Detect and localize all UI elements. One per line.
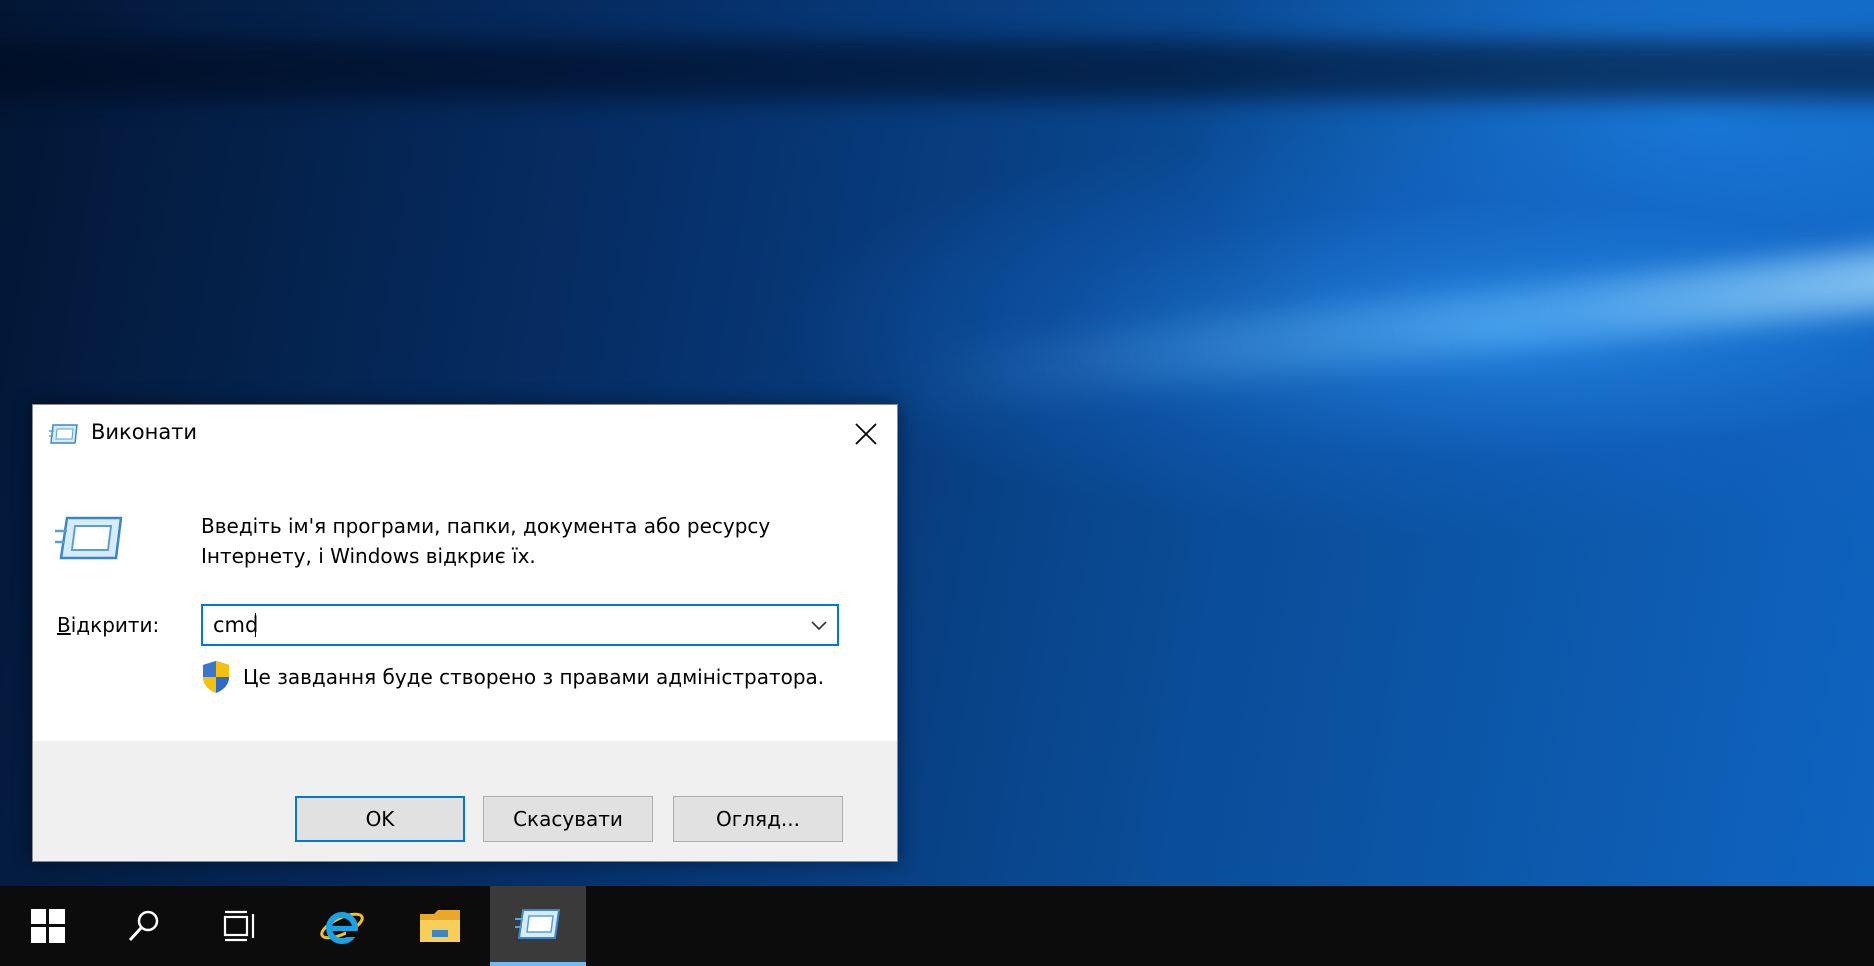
dialog-body: Введіть ім'я програми, папки, документа … (33, 463, 897, 741)
search-icon (128, 910, 159, 942)
search-button[interactable] (96, 886, 192, 966)
dropdown-button[interactable] (807, 614, 831, 638)
internet-explorer-icon (320, 912, 364, 944)
wallpaper-light-beam (899, 237, 1874, 413)
open-label: Відкрити: (57, 613, 159, 637)
admin-notice: Це завдання буде створено з правами адмі… (201, 659, 824, 695)
task-view-button[interactable] (192, 886, 288, 966)
dialog-description: Введіть ім'я програми, папки, документа … (201, 514, 771, 568)
close-button[interactable] (843, 413, 889, 455)
run-icon (49, 424, 78, 444)
run-taskbar-button[interactable] (490, 886, 586, 966)
admin-notice-text: Це завдання буде створено з правами адмі… (243, 665, 825, 689)
cancel-button[interactable]: Скасувати (483, 796, 653, 842)
wallpaper-band (0, 40, 1874, 100)
ok-button[interactable]: OK (295, 796, 465, 842)
open-label-mnemonic: В (57, 613, 71, 637)
close-icon (855, 423, 877, 445)
windows-logo-icon (31, 909, 65, 943)
uac-shield-icon (203, 661, 229, 693)
taskbar (0, 886, 1874, 966)
start-button[interactable] (0, 886, 96, 966)
run-icon (55, 516, 123, 560)
run-dialog: Виконати Введіть ім'я програми, папки, д… (32, 404, 898, 862)
file-explorer-button[interactable] (392, 886, 488, 966)
run-icon (515, 909, 561, 939)
dialog-title: Виконати (91, 420, 198, 444)
task-view-icon (223, 910, 255, 942)
text-caret (255, 613, 256, 637)
open-label-text: ідкрити: (70, 613, 160, 637)
open-input[interactable] (213, 606, 773, 644)
dialog-footer: OK Скасувати Огляд... (33, 741, 897, 861)
dialog-titlebar[interactable]: Виконати (33, 405, 897, 463)
browse-button[interactable]: Огляд... (673, 796, 843, 842)
open-combobox[interactable] (201, 604, 839, 646)
folder-icon (420, 910, 460, 942)
chevron-down-icon (811, 621, 827, 631)
internet-explorer-button[interactable] (294, 886, 390, 966)
